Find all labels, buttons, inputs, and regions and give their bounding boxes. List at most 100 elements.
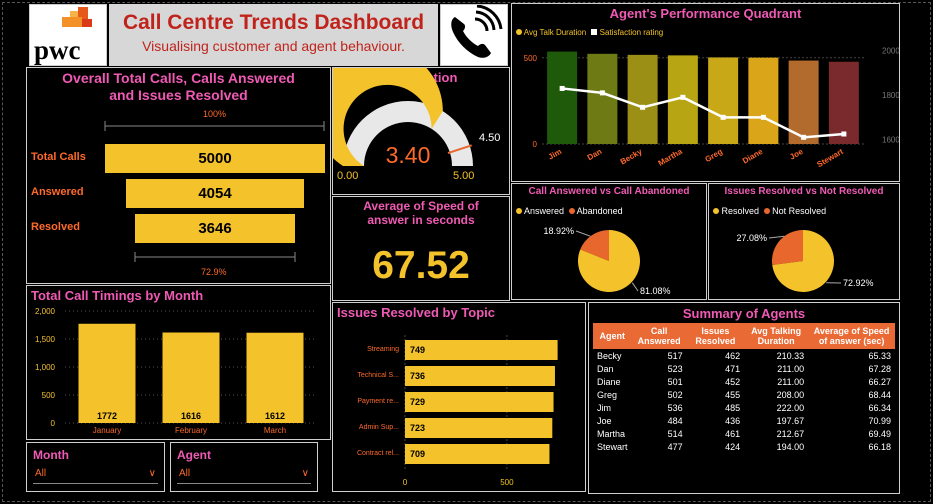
- table-cell: 501: [667, 376, 683, 387]
- topics-panel: Issues Resolved by Topic 0 500 Streaming 74…: [332, 302, 586, 492]
- summary-column-header[interactable]: Average of Speed of answer (sec): [808, 323, 895, 349]
- quadrant-chart: 0 500 1600 1800 2000 Jim Dan Becky Martha Greg Dia…: [524, 47, 900, 170]
- logo-text: pwc: [34, 35, 81, 65]
- funnel-value: 4054: [198, 185, 232, 202]
- totals-panel: Overall Total Calls, Calls Answered and …: [26, 67, 331, 284]
- speed-value: 67.52: [372, 244, 470, 287]
- month-dropdown[interactable]: All ∨: [33, 468, 158, 484]
- table-cell: Martha: [597, 428, 626, 439]
- answered-pie-panel: Call Answered vs Call Abandoned Answered…: [511, 183, 707, 300]
- quadrant-bar: [748, 57, 779, 144]
- summary-column-header[interactable]: Agent: [593, 323, 632, 349]
- monthly-y-tick: 1,500: [35, 335, 56, 344]
- table-cell: Diane: [597, 376, 621, 387]
- bottom-bracket: [134, 252, 296, 262]
- summary-table: Agent Call Answered Issues Resolved Avg Tal…: [593, 323, 895, 453]
- table-cell: 517: [667, 350, 683, 361]
- table-cell: 210.33: [776, 350, 805, 361]
- table-row: Jim 536 485 222.00 66.34: [593, 401, 895, 414]
- table-cell: Becky: [597, 350, 622, 361]
- pie-label-minor: 18.92%: [543, 226, 574, 236]
- monthly-bar-value: 1616: [181, 411, 201, 421]
- summary-panel: Summary of Agents Agent Call Answered Issu…: [588, 302, 900, 494]
- summary-column-header[interactable]: Avg Talking Duration: [744, 323, 809, 349]
- quadrant-right-tick: 2000: [882, 47, 900, 56]
- pie-leader-minor: [575, 230, 591, 237]
- table-row: Dan 523 471 211.00 67.28: [593, 362, 895, 375]
- quadrant-category-label: Becky: [619, 147, 644, 167]
- totals-title-line2: and Issues Resolved: [109, 87, 248, 103]
- table-cell: 477: [667, 441, 683, 452]
- table-cell: 69.49: [868, 428, 891, 439]
- table-cell: 66.27: [868, 376, 891, 387]
- table-row: Martha 514 461 212.67 69.49: [593, 427, 895, 440]
- table-cell: 211.00: [777, 376, 805, 387]
- summary-column-header[interactable]: Call Answered: [631, 323, 687, 349]
- quadrant-category-label: Dan: [586, 147, 604, 162]
- top-bracket: [104, 121, 325, 131]
- topics-bar: [405, 418, 553, 438]
- quadrant-category-label: Jim: [547, 147, 563, 162]
- table-cell: 208.00: [776, 389, 805, 400]
- quadrant-line-point: [599, 90, 605, 96]
- chevron-down-icon[interactable]: ∨: [149, 468, 156, 479]
- topics-bar: [405, 340, 558, 360]
- topics-category-label: Streaming: [367, 346, 399, 353]
- table-cell: Stewart: [597, 441, 628, 452]
- table-cell: 536: [667, 402, 683, 413]
- topics-category-label: Payment re...: [357, 398, 399, 405]
- table-cell: 70.99: [868, 415, 891, 426]
- funnel-label: Total Calls: [31, 151, 86, 163]
- gauge-min-label: 0.00: [337, 170, 359, 182]
- table-cell: 424: [725, 441, 741, 452]
- table-cell: 514: [667, 428, 683, 439]
- table-cell: 222.00: [776, 402, 805, 413]
- agent-dropdown[interactable]: All ∨: [177, 468, 311, 484]
- monthly-chart: 0 500 1,000 1,500 2,000 1772 January 1616 Februa…: [35, 307, 317, 435]
- quadrant-bar: [708, 57, 739, 145]
- summary-column-header[interactable]: Issues Resolved: [686, 323, 745, 349]
- monthly-x-label: February: [175, 426, 207, 435]
- table-cell: 66.34: [868, 402, 891, 413]
- quadrant-line-point: [640, 104, 646, 110]
- resolved-pie-chart: 72.92% 27.08%: [736, 230, 874, 292]
- topics-bar-value: 709: [410, 449, 425, 459]
- topics-bar-value: 749: [410, 345, 425, 355]
- table-cell: 455: [725, 389, 741, 400]
- gauge-value: 3.40: [385, 142, 431, 168]
- funnel-value: 3646: [198, 220, 232, 237]
- agent-dropdown-value: All: [179, 468, 191, 479]
- top-percent: 100%: [203, 109, 227, 119]
- topics-x-tick: 500: [500, 478, 514, 487]
- quadrant-category-label: Greg: [703, 147, 724, 164]
- quadrant-bar: [627, 54, 658, 144]
- monthly-bar-value: 1772: [97, 411, 117, 421]
- topics-category-label: Contract rel...: [357, 450, 399, 457]
- table-row: Greg 502 455 208.00 68.44: [593, 388, 895, 401]
- table-cell: 68.44: [868, 389, 891, 400]
- monthly-bar: [78, 323, 136, 423]
- quadrant-category-label: Diane: [741, 147, 765, 166]
- agent-slicer[interactable]: Agent All ∨: [170, 442, 318, 492]
- monthly-bar: [246, 332, 304, 423]
- monthly-bar: [162, 332, 220, 423]
- month-slicer[interactable]: Month All ∨: [26, 442, 165, 492]
- topics-category-label: Admin Sup...: [359, 424, 399, 431]
- monthly-x-label: January: [93, 426, 121, 435]
- header-banner: Call Centre Trends Dashboard Visualising…: [109, 4, 438, 66]
- table-cell: 212.67: [776, 428, 805, 439]
- gauge-target-label: 4.50: [479, 132, 501, 144]
- resolved-pie-panel: Issues Resolved vs Not Resolved Resolved…: [708, 183, 900, 300]
- agent-slicer-label: Agent: [177, 448, 211, 462]
- quadrant-bar: [587, 53, 618, 144]
- chevron-down-icon[interactable]: ∨: [302, 468, 309, 479]
- monthly-bar-value: 1612: [265, 411, 285, 421]
- satisfaction-panel: Overall Satisfaction 3.40 4.50 0.00 5.00: [332, 67, 510, 195]
- quadrant-category-label: Martha: [657, 147, 685, 168]
- speed-title-line1: Average of Speed of: [363, 199, 479, 213]
- phone-icon: [451, 4, 503, 58]
- table-row: Diane 501 452 211.00 66.27: [593, 375, 895, 388]
- topics-bar-value: 723: [410, 423, 425, 433]
- month-slicer-label: Month: [33, 448, 69, 462]
- speed-panel: Average of Speed of answer in seconds 67…: [332, 196, 510, 301]
